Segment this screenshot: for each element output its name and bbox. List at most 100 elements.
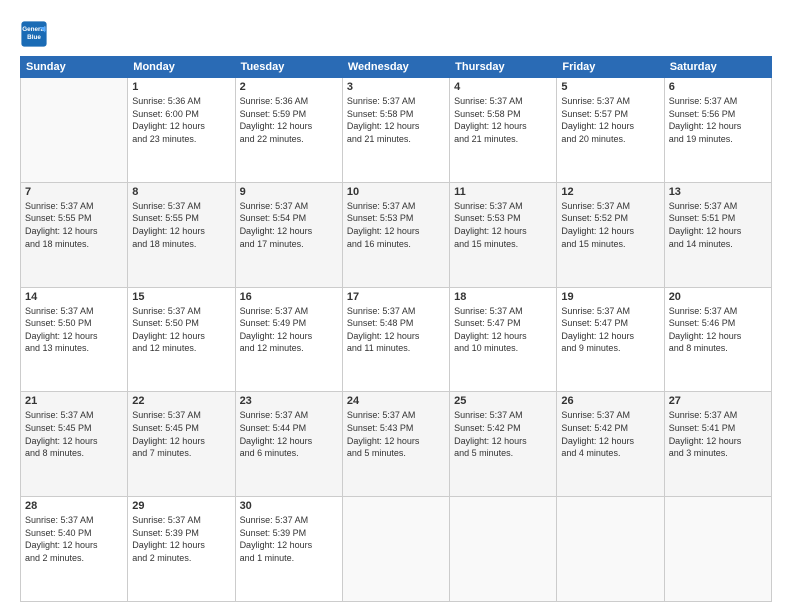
calendar-cell: 16 Sunrise: 5:37 AMSunset: 5:49 PMDayligh… [235,287,342,392]
svg-text:Blue: Blue [27,34,41,41]
day-number: 5 [561,81,659,93]
day-number: 8 [132,186,230,198]
day-number: 27 [669,395,767,407]
day-info: Sunrise: 5:37 AMSunset: 5:45 PMDaylight:… [25,409,123,459]
day-number: 3 [347,81,445,93]
day-info: Sunrise: 5:37 AMSunset: 5:50 PMDaylight:… [132,305,230,355]
day-number: 9 [240,186,338,198]
day-info: Sunrise: 5:37 AMSunset: 5:55 PMDaylight:… [25,200,123,250]
day-info: Sunrise: 5:37 AMSunset: 5:58 PMDaylight:… [454,95,552,145]
calendar-cell: 25 Sunrise: 5:37 AMSunset: 5:42 PMDayligh… [450,392,557,497]
day-number: 30 [240,500,338,512]
day-info: Sunrise: 5:37 AMSunset: 5:39 PMDaylight:… [240,514,338,564]
calendar-cell [557,497,664,602]
day-number: 25 [454,395,552,407]
day-info: Sunrise: 5:37 AMSunset: 5:55 PMDaylight:… [132,200,230,250]
calendar-cell [342,497,449,602]
day-info: Sunrise: 5:36 AMSunset: 5:59 PMDaylight:… [240,95,338,145]
day-info: Sunrise: 5:37 AMSunset: 5:52 PMDaylight:… [561,200,659,250]
calendar-cell: 6 Sunrise: 5:37 AMSunset: 5:56 PMDaylight… [664,78,771,183]
day-number: 16 [240,291,338,303]
day-number: 26 [561,395,659,407]
header-row: SundayMondayTuesdayWednesdayThursdayFrid… [21,57,772,78]
week-row-4: 21 Sunrise: 5:37 AMSunset: 5:45 PMDayligh… [21,392,772,497]
day-info: Sunrise: 5:37 AMSunset: 5:40 PMDaylight:… [25,514,123,564]
day-number: 15 [132,291,230,303]
calendar-cell: 5 Sunrise: 5:37 AMSunset: 5:57 PMDaylight… [557,78,664,183]
day-info: Sunrise: 5:37 AMSunset: 5:47 PMDaylight:… [561,305,659,355]
calendar-cell: 9 Sunrise: 5:37 AMSunset: 5:54 PMDaylight… [235,182,342,287]
calendar-cell [21,78,128,183]
day-number: 14 [25,291,123,303]
calendar-cell: 29 Sunrise: 5:37 AMSunset: 5:39 PMDayligh… [128,497,235,602]
week-row-2: 7 Sunrise: 5:37 AMSunset: 5:55 PMDaylight… [21,182,772,287]
calendar-cell: 14Sunrise: 5:37 AMSunset: 5:50 PMDayligh… [21,287,128,392]
day-number: 29 [132,500,230,512]
header-cell-monday: Monday [128,57,235,78]
day-info: Sunrise: 5:37 AMSunset: 5:51 PMDaylight:… [669,200,767,250]
header-cell-tuesday: Tuesday [235,57,342,78]
calendar-cell: 30 Sunrise: 5:37 AMSunset: 5:39 PMDayligh… [235,497,342,602]
day-number: 22 [132,395,230,407]
calendar-cell: 8 Sunrise: 5:37 AMSunset: 5:55 PMDaylight… [128,182,235,287]
day-info: Sunrise: 5:37 AMSunset: 5:39 PMDaylight:… [132,514,230,564]
day-number: 17 [347,291,445,303]
day-number: 2 [240,81,338,93]
day-number: 6 [669,81,767,93]
calendar-page: General Blue SundayMondayTuesdayWednesda… [0,0,792,612]
calendar-cell: 12 Sunrise: 5:37 AMSunset: 5:52 PMDayligh… [557,182,664,287]
calendar-cell: 23Sunrise: 5:37 AMSunset: 5:44 PMDayligh… [235,392,342,497]
week-row-5: 28 Sunrise: 5:37 AMSunset: 5:40 PMDayligh… [21,497,772,602]
calendar-cell: 4 Sunrise: 5:37 AMSunset: 5:58 PMDaylight… [450,78,557,183]
day-info: Sunrise: 5:37 AMSunset: 5:49 PMDaylight:… [240,305,338,355]
day-info: Sunrise: 5:37 AMSunset: 5:41 PMDaylight:… [669,409,767,459]
logo-icon: General Blue [20,20,48,48]
day-number: 24 [347,395,445,407]
calendar-cell: 13 Sunrise: 5:37 AMSunset: 5:51 PMDayligh… [664,182,771,287]
day-number: 19 [561,291,659,303]
day-number: 23 [240,395,338,407]
header-cell-friday: Friday [557,57,664,78]
calendar-cell: 28 Sunrise: 5:37 AMSunset: 5:40 PMDayligh… [21,497,128,602]
calendar-cell: 21 Sunrise: 5:37 AMSunset: 5:45 PMDayligh… [21,392,128,497]
day-number: 7 [25,186,123,198]
day-info: Sunrise: 5:37 AMSunset: 5:53 PMDaylight:… [454,200,552,250]
day-number: 4 [454,81,552,93]
day-number: 1 [132,81,230,93]
week-row-3: 14 Sunrise: 5:37 AMSunset: 5:50 PMDayligh… [21,287,772,392]
day-info: Sunrise: 5:37 AMSunset: 5:58 PMDaylight:… [347,95,445,145]
calendar-cell [450,497,557,602]
day-info: Sunrise: 5:37 AMSunset: 5:54 PMDaylight:… [240,200,338,250]
day-number: 21 [25,395,123,407]
day-info: Sunrise: 5:37 AMSunset: 5:56 PMDaylight:… [669,95,767,145]
header-cell-sunday: Sunday [21,57,128,78]
day-info: Sunrise: 5:37 AMSunset: 5:42 PMDaylight:… [561,409,659,459]
week-row-1: 1Sunrise: 5:36 AMSunset: 6:00 PMDaylight… [21,78,772,183]
header-cell-wednesday: Wednesday [342,57,449,78]
day-number: 20 [669,291,767,303]
logo: General Blue [20,20,52,48]
calendar-cell: 2 Sunrise: 5:36 AMSunset: 5:59 PMDaylight… [235,78,342,183]
calendar-cell: 18 Sunrise: 5:37 AMSunset: 5:47 PMDayligh… [450,287,557,392]
day-info: Sunrise: 5:37 AMSunset: 5:46 PMDaylight:… [669,305,767,355]
day-number: 18 [454,291,552,303]
calendar-cell: 11 Sunrise: 5:37 AMSunset: 5:53 PMDayligh… [450,182,557,287]
calendar-cell: 7 Sunrise: 5:37 AMSunset: 5:55 PMDaylight… [21,182,128,287]
day-number: 10 [347,186,445,198]
calendar-cell [664,497,771,602]
calendar-cell: 24Sunrise: 5:37 AMSunset: 5:43 PMDayligh… [342,392,449,497]
day-info: Sunrise: 5:37 AMSunset: 5:47 PMDaylight:… [454,305,552,355]
day-info: Sunrise: 5:37 AMSunset: 5:42 PMDaylight:… [454,409,552,459]
day-info: Sunrise: 5:37 AMSunset: 5:57 PMDaylight:… [561,95,659,145]
calendar-cell: 20 Sunrise: 5:37 AMSunset: 5:46 PMDayligh… [664,287,771,392]
calendar-cell: 22 Sunrise: 5:37 AMSunset: 5:45 PMDayligh… [128,392,235,497]
day-number: 12 [561,186,659,198]
day-number: 13 [669,186,767,198]
calendar-cell: 3 Sunrise: 5:37 AMSunset: 5:58 PMDaylight… [342,78,449,183]
day-number: 11 [454,186,552,198]
day-number: 28 [25,500,123,512]
day-info: Sunrise: 5:37 AMSunset: 5:45 PMDaylight:… [132,409,230,459]
day-info: Sunrise: 5:37 AMSunset: 5:48 PMDaylight:… [347,305,445,355]
calendar-table: SundayMondayTuesdayWednesdayThursdayFrid… [20,56,772,602]
calendar-cell: 15 Sunrise: 5:37 AMSunset: 5:50 PMDayligh… [128,287,235,392]
